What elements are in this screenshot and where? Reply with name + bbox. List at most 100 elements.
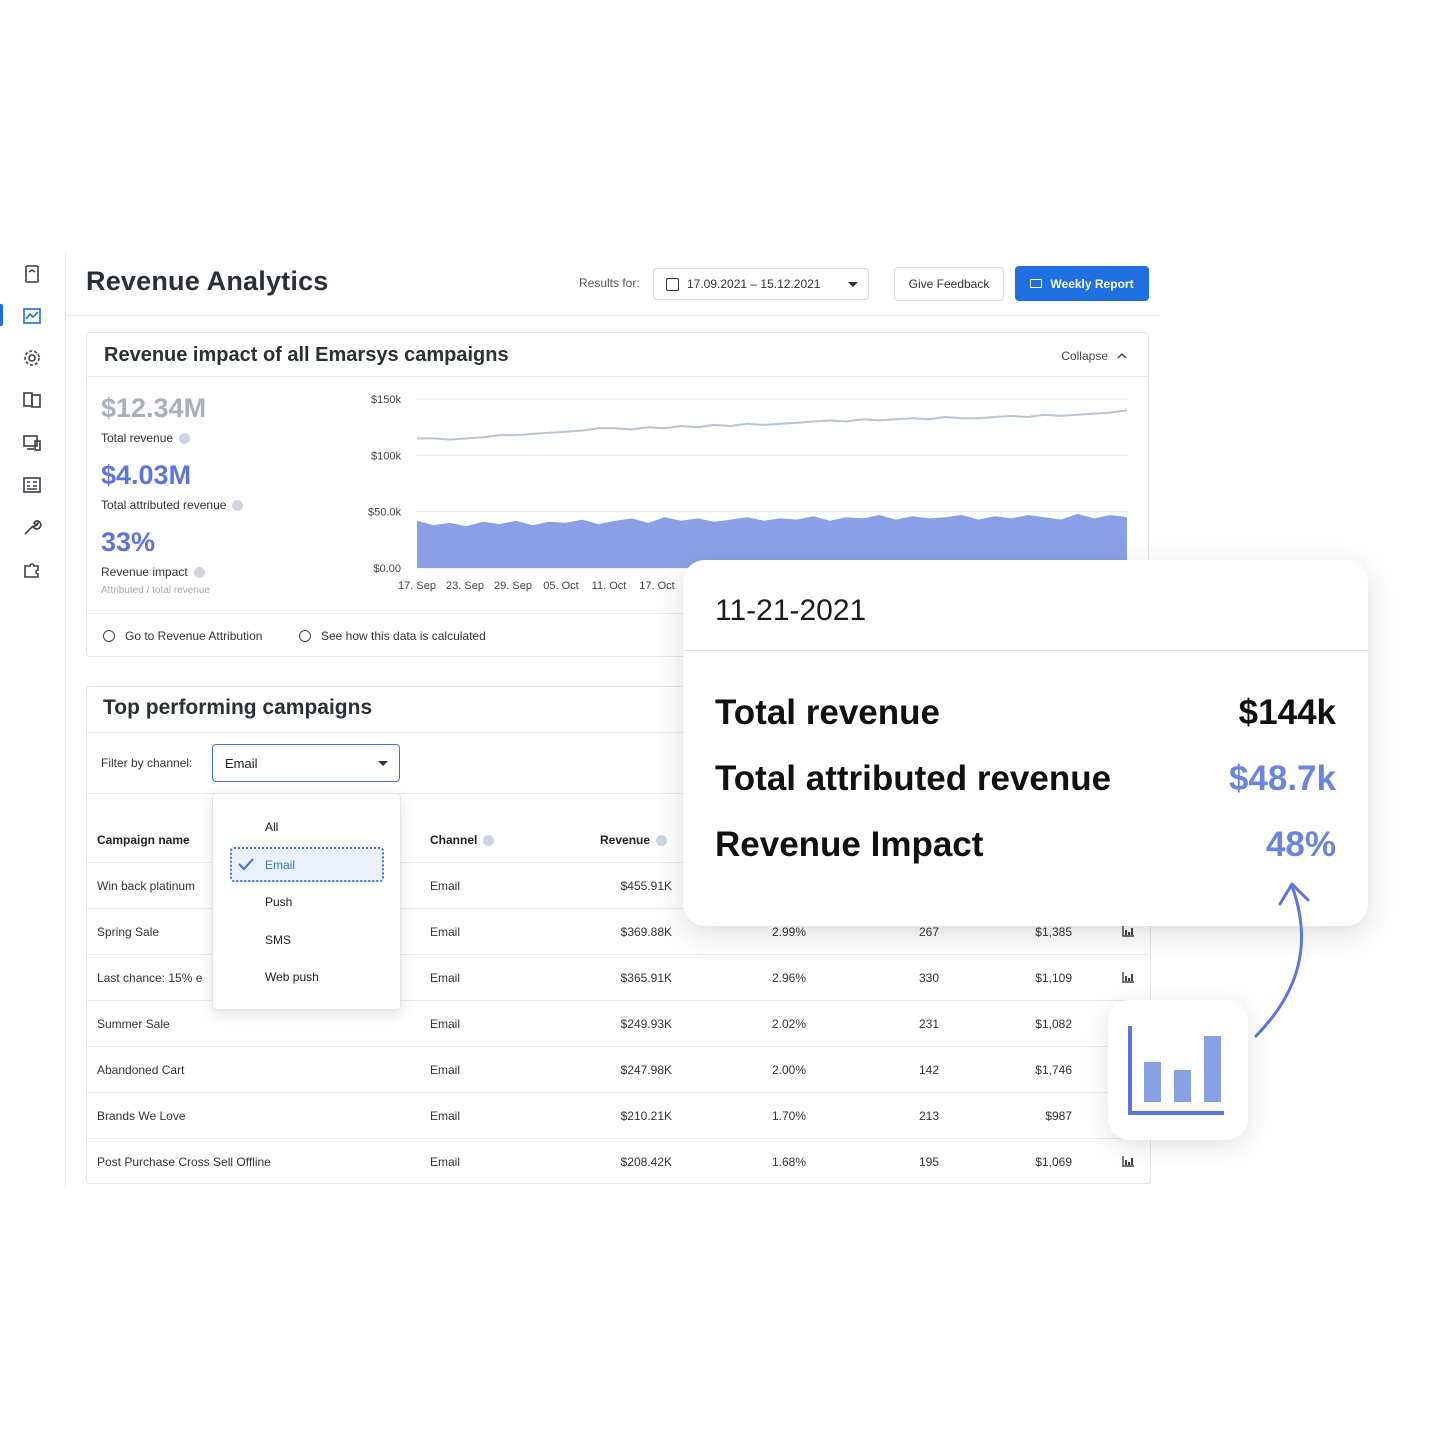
gear-icon: [103, 630, 115, 642]
help-icon[interactable]: [193, 567, 205, 579]
filter-label: Filter by channel:: [101, 756, 193, 770]
dropdown-option-email[interactable]: Email: [265, 858, 295, 872]
card-title: Revenue impact of all Emarsys campaigns: [104, 344, 509, 366]
campaign-name-cell: Brands We Love: [97, 1109, 186, 1123]
header-divider: [66, 315, 1160, 316]
campaign-name-cell: Win back platinum: [97, 879, 196, 893]
results-for-label: Results for:: [579, 276, 640, 290]
dropdown-option-all[interactable]: All: [265, 820, 278, 834]
chart-tooltip-card: 11-21-2021 Total revenue $144k Total att…: [683, 560, 1368, 926]
dropdown-option-sms[interactable]: SMS: [265, 933, 291, 947]
revenue-impact-caption: Attributed / total revenue: [101, 585, 210, 596]
check-icon: [238, 858, 254, 871]
y-tick-label: $100k: [371, 450, 401, 462]
channel-filter-select[interactable]: Email: [212, 744, 400, 782]
help-icon[interactable]: [483, 835, 495, 847]
sidebar: [0, 252, 66, 1187]
go-to-attribution-link[interactable]: Go to Revenue Attribution: [103, 629, 262, 643]
tooltip-total-revenue-value: $144k: [1238, 693, 1336, 732]
revenue-cell: $365.91K: [620, 971, 672, 985]
revenue-cell: $208.42K: [620, 1155, 672, 1169]
average-cell: $1,069: [1035, 1155, 1072, 1169]
x-tick-label: 23. Sep: [446, 580, 484, 592]
bar-chart-small-icon[interactable]: [1122, 926, 1134, 937]
devices-icon[interactable]: [20, 431, 44, 455]
puzzle-icon[interactable]: [20, 558, 44, 582]
total-revenue-label: Total revenue: [101, 431, 191, 445]
percentage-cell: 2.00%: [771, 1063, 806, 1077]
total-revenue-line: [417, 409, 1128, 441]
bar-chart-small-icon[interactable]: [1122, 972, 1134, 983]
analytics-chart-icon[interactable]: [20, 304, 44, 328]
y-tick-label: $0.00: [373, 563, 401, 575]
wrench-icon[interactable]: [20, 515, 44, 539]
revenue-impact-value: 33%: [101, 527, 156, 557]
channel-cell: Email: [430, 1063, 461, 1077]
question-icon: [299, 630, 311, 642]
revenue-cell: $247.98K: [620, 1063, 672, 1077]
help-icon[interactable]: [656, 835, 668, 847]
settings-gear-icon[interactable]: [20, 346, 44, 370]
table-row[interactable]: Brands We Love Email $210.21K 1.70% 213 $987: [87, 1092, 1150, 1138]
give-feedback-button[interactable]: Give Feedback: [894, 267, 1004, 301]
content-library-icon[interactable]: [20, 388, 44, 412]
mail-icon: [1030, 279, 1043, 288]
campaign-name-cell: Last chance: 15% e: [97, 971, 203, 985]
count-cell: 142: [918, 1063, 939, 1077]
channel-cell: Email: [430, 971, 461, 985]
percentage-cell: 2.96%: [771, 971, 806, 985]
help-icon[interactable]: [179, 433, 191, 445]
column-header-name[interactable]: Campaign name: [97, 833, 190, 847]
bar-chart-small-icon[interactable]: [1122, 1156, 1134, 1167]
table-row[interactable]: Abandoned Cart Email $247.98K 2.00% 142 $1,74…: [87, 1046, 1150, 1092]
contacts-list-icon[interactable]: [20, 473, 44, 497]
channel-cell: Email: [430, 1155, 461, 1169]
table-row[interactable]: Post Purchase Cross Sell Offline Email $20…: [87, 1138, 1150, 1184]
bar-chart-icon: [1128, 1026, 1224, 1115]
curved-arrow-icon: [1254, 882, 1310, 1038]
page-title: Revenue Analytics: [86, 266, 329, 296]
tooltip-impact-value: 48%: [1265, 825, 1336, 864]
column-header-channel[interactable]: Channel: [430, 833, 495, 847]
revenue-impact-label: Revenue impact: [101, 565, 205, 579]
channel-cell: Email: [430, 925, 461, 939]
x-tick-label: 29. Sep: [494, 580, 532, 592]
campaign-name-cell: Spring Sale: [97, 925, 160, 939]
give-feedback-label: Give Feedback: [908, 277, 990, 291]
tooltip-impact-label: Revenue Impact: [715, 825, 984, 864]
bookmark-icon[interactable]: [20, 262, 44, 286]
campaign-name-cell: Post Purchase Cross Sell Offline: [97, 1155, 271, 1169]
percentage-cell: 2.99%: [771, 925, 806, 939]
attributed-revenue-label: Total attributed revenue: [101, 498, 244, 512]
dropdown-option-push[interactable]: Push: [265, 895, 292, 909]
channel-cell: Email: [430, 879, 461, 893]
chevron-down-icon: [848, 282, 858, 287]
average-cell: $1,385: [1035, 925, 1072, 939]
average-cell: $987: [1045, 1109, 1072, 1123]
y-tick-label: $150k: [371, 394, 401, 406]
chevron-up-icon[interactable]: [1116, 350, 1128, 362]
x-tick-label: 05. Oct: [543, 580, 578, 592]
campaign-name-cell: Summer Sale: [97, 1017, 170, 1031]
revenue-cell: $455.91K: [620, 879, 672, 893]
date-range-picker[interactable]: 17.09.2021 – 15.12.2021: [653, 268, 869, 300]
percentage-cell: 1.70%: [771, 1109, 806, 1123]
channel-cell: Email: [430, 1109, 461, 1123]
tooltip-total-revenue-label: Total revenue: [715, 693, 940, 732]
card-divider: [87, 376, 1148, 377]
see-calculation-link[interactable]: See how this data is calculated: [299, 629, 486, 643]
active-indicator: [0, 304, 3, 326]
filter-value: Email: [225, 755, 258, 771]
x-tick-label: 11. Oct: [592, 580, 627, 592]
count-cell: 231: [918, 1017, 939, 1031]
chevron-down-icon: [378, 761, 388, 766]
collapse-button[interactable]: Collapse: [1061, 349, 1108, 363]
tooltip-divider: [683, 650, 1368, 651]
tooltip-attributed-value: $48.7k: [1228, 759, 1336, 798]
help-icon[interactable]: [232, 500, 244, 512]
column-header-revenue[interactable]: Revenue: [600, 833, 668, 847]
revenue-cell: $369.88K: [620, 925, 672, 939]
weekly-report-button[interactable]: Weekly Report: [1015, 266, 1149, 301]
dropdown-option-web-push[interactable]: Web push: [265, 970, 319, 984]
count-cell: 213: [918, 1109, 939, 1123]
